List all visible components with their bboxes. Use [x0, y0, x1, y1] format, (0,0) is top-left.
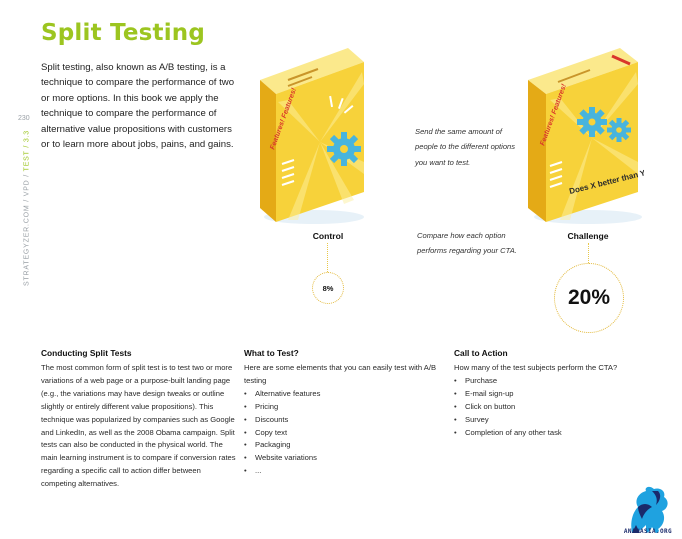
list-item: Completion of any other task — [454, 427, 659, 440]
list-item: Website variations — [244, 452, 442, 465]
column-call-to-action: Call to Action How many of the test subj… — [454, 347, 659, 439]
list-item: Copy text — [244, 427, 442, 440]
column-heading: Call to Action — [454, 348, 508, 358]
gear-icon — [327, 132, 361, 166]
column-body: Here are some elements that you can easi… — [244, 363, 437, 385]
list-item: Discounts — [244, 414, 442, 427]
list-item: ... — [244, 465, 442, 478]
note-compare-performance: Compare how each option performs regardi… — [417, 231, 517, 256]
note-send-traffic: Send the same amount of people to the di… — [415, 127, 516, 167]
column-conducting-split-tests: Conducting Split Tests The most common f… — [41, 347, 236, 491]
control-box-illustration: Features! Features! — [260, 48, 364, 224]
side-label-prefix: STRATEGYZER.COM / VPD / — [23, 171, 31, 286]
list-item: Click on button — [454, 401, 659, 414]
column-heading: What to Test? — [244, 348, 299, 358]
list-item: E-mail sign-up — [454, 388, 659, 401]
gear-icon — [577, 107, 607, 137]
control-result-circle: 8% — [312, 272, 344, 304]
column-body: The most common form of split test is to… — [41, 363, 236, 489]
side-running-head: STRATEGYZER.COM / VPD / TEST / 3.3 — [24, 130, 31, 286]
gear-icon — [607, 118, 631, 142]
watermark-text: ANANASIA.ORG — [623, 528, 673, 535]
cta-list: Purchase E-mail sign-up Click on button … — [454, 375, 659, 440]
challenge-box-illustration: Features! Features! Does X better than Y… — [528, 48, 644, 224]
column-what-to-test: What to Test? Here are some elements tha… — [244, 347, 442, 478]
challenge-result-circle: 20% — [554, 263, 624, 333]
control-result-value: 8% — [322, 283, 334, 293]
test-elements-list: Alternative features Pricing Discounts C… — [244, 388, 442, 478]
list-item: Packaging — [244, 439, 442, 452]
challenge-result-value: 20% — [567, 286, 611, 309]
list-item: Survey — [454, 414, 659, 427]
page-title: Split Testing — [41, 20, 206, 46]
list-item: Alternative features — [244, 388, 442, 401]
control-connector — [327, 243, 328, 272]
side-label-accent: TEST / 3.3 — [23, 130, 31, 172]
challenge-connector — [588, 243, 589, 263]
list-item: Purchase — [454, 375, 659, 388]
page-number: 230 — [18, 115, 30, 122]
intro-paragraph: Split testing, also known as A/B testing… — [41, 62, 235, 151]
column-body: How many of the test subjects perform th… — [454, 363, 618, 372]
list-item: Pricing — [244, 401, 442, 414]
challenge-label: Challenge — [567, 231, 609, 241]
control-label: Control — [312, 231, 344, 241]
column-heading: Conducting Split Tests — [41, 348, 132, 358]
